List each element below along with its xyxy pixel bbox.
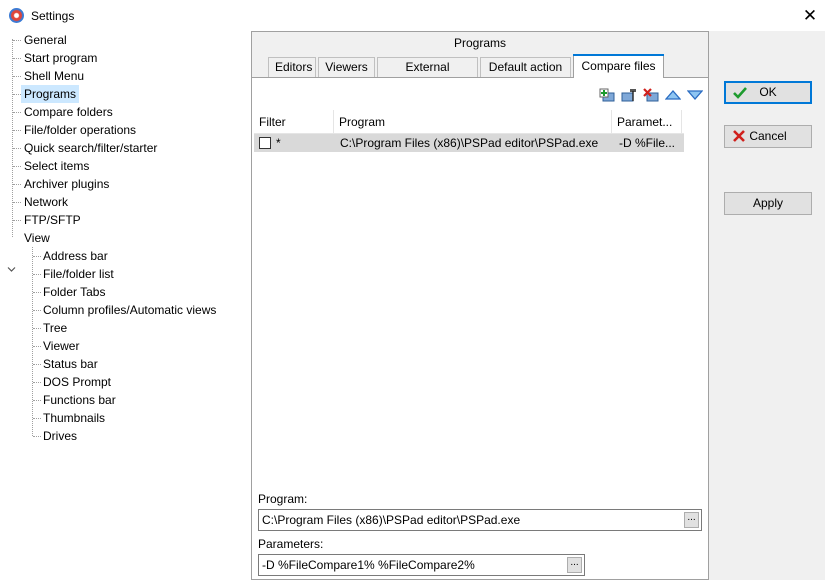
program-browse-button[interactable]: ... xyxy=(684,512,699,528)
tree-item-label: Status bar xyxy=(43,357,98,371)
params-cell: -D %File... xyxy=(619,136,676,150)
list-toolbar xyxy=(598,86,704,104)
tree-item-label: Network xyxy=(24,195,69,209)
tree-item-network[interactable]: Network xyxy=(21,193,71,211)
tree-item-start-program[interactable]: Start program xyxy=(21,49,100,67)
apply-label: Apply xyxy=(752,196,784,210)
settings-tree[interactable]: General Start program Shell Menu Programs Co… xyxy=(0,31,251,580)
tree-item-label: FTP/SFTP xyxy=(24,213,81,227)
column-header-filter[interactable]: Filter xyxy=(254,110,334,134)
tree-item-status-bar[interactable]: Status bar xyxy=(40,355,101,373)
tree-item-label: Programs xyxy=(21,85,80,103)
parameters-input[interactable] xyxy=(259,555,564,575)
cancel-x-icon xyxy=(733,130,745,142)
ok-button[interactable]: OK xyxy=(724,81,812,104)
tree-item-folder-tabs[interactable]: Folder Tabs xyxy=(40,283,108,301)
tree-item-quick-search-filter-starter[interactable]: Quick search/filter/starter xyxy=(21,139,160,157)
filter-cell: * xyxy=(276,136,281,150)
close-button[interactable]: ✕ xyxy=(795,0,825,31)
tree-item-shell-menu[interactable]: Shell Menu xyxy=(21,67,87,85)
column-header-parameters[interactable]: Paramet... xyxy=(612,110,682,134)
parameters-label: Parameters: xyxy=(258,537,324,551)
programs-table[interactable]: Filter Program Paramet... * C:\Program F… xyxy=(254,110,684,152)
row-checkbox[interactable] xyxy=(259,137,271,149)
tab-editors[interactable]: Editors xyxy=(268,57,316,78)
tree-item-label: Address bar xyxy=(43,249,108,263)
tree-item-drives[interactable]: Drives xyxy=(40,427,80,445)
tree-item-file-folder-list[interactable]: File/folder list xyxy=(40,265,117,283)
tree-item-tree[interactable]: Tree xyxy=(40,319,70,337)
tree-item-select-items[interactable]: Select items xyxy=(21,157,92,175)
tree-item-label: Tree xyxy=(43,321,68,335)
move-down-icon[interactable] xyxy=(686,86,704,104)
tree-item-column-profiles-automatic-views[interactable]: Column profiles/Automatic views xyxy=(40,301,219,319)
checkmark-icon xyxy=(733,87,747,99)
tree-item-general[interactable]: General xyxy=(21,31,70,49)
tree-item-label: DOS Prompt xyxy=(43,375,112,389)
tree-item-file-folder-operations[interactable]: File/folder operations xyxy=(21,121,139,139)
tree-item-programs[interactable]: Programs xyxy=(21,85,80,103)
tree-item-dos-prompt[interactable]: DOS Prompt xyxy=(40,373,114,391)
tree-item-functions-bar[interactable]: Functions bar xyxy=(40,391,119,409)
tree-item-label: Column profiles/Automatic views xyxy=(43,303,217,317)
delete-icon[interactable] xyxy=(642,86,660,104)
parameters-field[interactable]: ... xyxy=(258,554,585,576)
move-up-icon[interactable] xyxy=(664,86,682,104)
tab-default-action[interactable]: Default action xyxy=(480,57,571,78)
tab-external-viewers[interactable]: External viewers xyxy=(377,57,478,93)
tab-strip: Editors Viewers External viewers Default… xyxy=(252,54,708,93)
table-header: Filter Program Paramet... xyxy=(254,110,684,134)
program-input[interactable] xyxy=(259,510,679,530)
table-row[interactable]: * C:\Program Files (x86)\PSPad editor\PS… xyxy=(254,134,684,152)
title-bar: Settings ✕ xyxy=(0,0,825,31)
tab-viewers[interactable]: Viewers xyxy=(318,57,375,78)
tree-item-label: Start program xyxy=(24,51,98,65)
tree-item-label: Drives xyxy=(43,429,78,443)
ok-label: OK xyxy=(759,85,777,99)
program-label: Program: xyxy=(258,492,308,506)
edit-icon[interactable] xyxy=(620,86,638,104)
tree-item-label: Shell Menu xyxy=(24,69,85,83)
tree-item-label: File/folder list xyxy=(43,267,114,281)
tree-item-label: Viewer xyxy=(43,339,80,353)
program-cell: C:\Program Files (x86)\PSPad editor\PSPa… xyxy=(340,136,599,150)
app-icon xyxy=(9,8,24,23)
tree-item-compare-folders[interactable]: Compare folders xyxy=(21,103,116,121)
tree-item-viewer[interactable]: Viewer xyxy=(40,337,82,355)
tree-item-ftp-sftp[interactable]: FTP/SFTP xyxy=(21,211,84,229)
tree-item-label: Folder Tabs xyxy=(43,285,106,299)
apply-button[interactable]: Apply xyxy=(724,192,812,215)
window-title: Settings xyxy=(31,9,75,23)
tree-item-archiver-plugins[interactable]: Archiver plugins xyxy=(21,175,112,193)
tree-item-label: General xyxy=(24,33,67,47)
tree-item-view[interactable]: View xyxy=(21,229,53,247)
tree-item-thumbnails[interactable]: Thumbnails xyxy=(40,409,108,427)
parameters-browse-button[interactable]: ... xyxy=(567,557,582,573)
programs-panel: Programs Editors Viewers External viewer… xyxy=(251,31,709,580)
tree-item-label: Quick search/filter/starter xyxy=(24,141,158,155)
program-field[interactable]: ... xyxy=(258,509,702,531)
chevron-down-icon[interactable] xyxy=(7,265,16,274)
tree-item-label: Thumbnails xyxy=(43,411,106,425)
tree-item-label: Archiver plugins xyxy=(24,177,110,191)
compare-files-page: Filter Program Paramet... * C:\Program F… xyxy=(252,77,708,579)
tree-item-label: Functions bar xyxy=(43,393,116,407)
tab-compare-files[interactable]: Compare files xyxy=(573,54,664,78)
tree-item-address-bar[interactable]: Address bar xyxy=(40,247,111,265)
add-icon[interactable] xyxy=(598,86,616,104)
tree-item-label: File/folder operations xyxy=(24,123,137,137)
cancel-label: Cancel xyxy=(749,129,787,143)
tree-item-label: View xyxy=(24,231,50,245)
tree-item-label: Compare folders xyxy=(24,105,113,119)
panel-title: Programs xyxy=(453,36,506,50)
cancel-button[interactable]: Cancel xyxy=(724,125,812,148)
column-header-program[interactable]: Program xyxy=(334,110,612,134)
tree-item-label: Select items xyxy=(24,159,90,173)
